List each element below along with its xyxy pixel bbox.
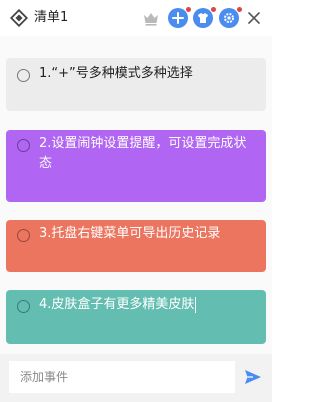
task-item[interactable]: 3.托盘右键菜单可导出历史记录 [6,220,266,272]
plus-icon [172,12,184,24]
task-text[interactable]: 3.托盘右键菜单可导出历史记录 [39,224,256,244]
task-item[interactable]: 1.“+”号多种模式多种选择 [6,58,266,111]
task-item[interactable]: 2.设置闹钟设置提醒，可设置完成状态 [6,130,266,202]
crown-icon[interactable] [142,9,160,27]
notification-dot [237,7,242,12]
task-checkbox[interactable] [17,139,30,152]
task-checkbox[interactable] [17,300,30,313]
add-task-input[interactable] [9,361,235,393]
settings-button[interactable] [219,7,242,28]
notification-dot [211,7,216,12]
task-text-editing[interactable]: 4.皮肤盒子有更多精美皮肤 [39,295,256,315]
text-cursor [195,296,197,313]
task-checkbox[interactable] [17,69,30,82]
add-button[interactable] [168,7,191,28]
task-list: 1.“+”号多种模式多种选择 2.设置闹钟设置提醒，可设置完成状态 3.托盘右键… [0,36,272,354]
task-text[interactable]: 1.“+”号多种模式多种选择 [39,64,256,84]
gear-icon [224,13,234,23]
task-text[interactable]: 4.皮肤盒子有更多精美皮肤 [39,297,194,312]
shirt-icon [198,13,208,23]
notification-dot [186,7,191,12]
add-task-bar [0,354,272,402]
skin-button[interactable] [193,7,216,28]
close-icon[interactable] [246,10,262,26]
todo-window: 清单1 1.“+”号多种模式多种选择 2.设置闹钟设置提醒，可设置完成状态 3.… [0,0,272,402]
task-checkbox[interactable] [17,229,30,242]
send-icon[interactable] [243,367,263,387]
app-logo-icon [10,9,28,27]
task-item[interactable]: 4.皮肤盒子有更多精美皮肤 [6,290,266,344]
app-title: 清单1 [34,10,69,25]
title-bar[interactable]: 清单1 [0,0,272,36]
task-text[interactable]: 2.设置闹钟设置提醒，可设置完成状态 [39,134,256,174]
